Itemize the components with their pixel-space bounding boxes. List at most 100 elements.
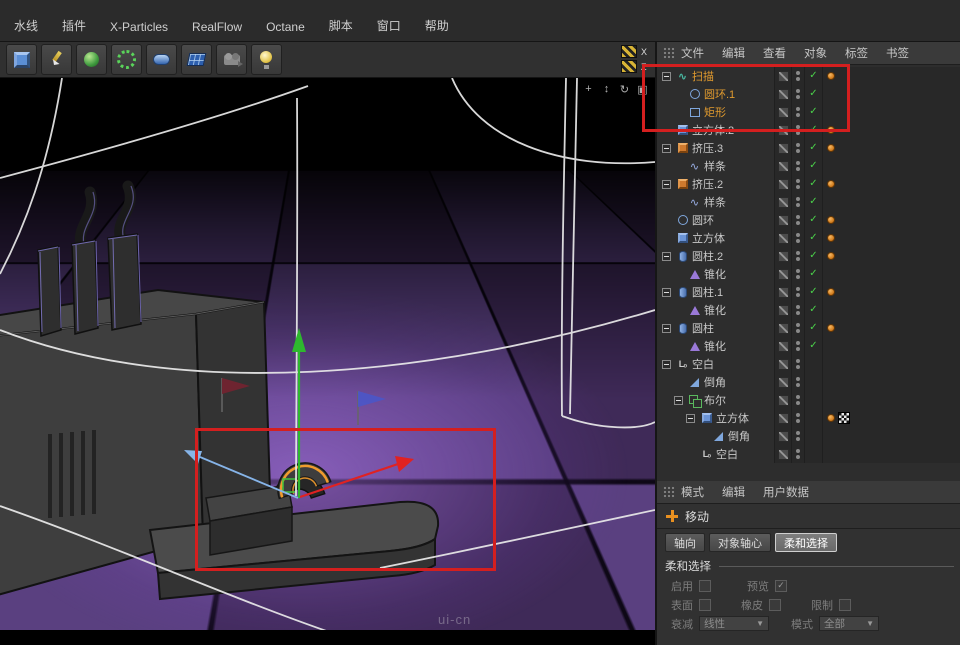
panel-grip-icon[interactable]	[663, 486, 675, 499]
visibility-dots[interactable]	[791, 409, 804, 427]
tool-button[interactable]	[146, 44, 177, 75]
enable-toggle[interactable]	[804, 373, 822, 391]
falloff-dropdown[interactable]: 线性▼	[699, 616, 769, 631]
tag-area[interactable]	[822, 283, 960, 301]
tag-area[interactable]	[822, 319, 960, 337]
tool-tab-button[interactable]: 轴向	[665, 533, 705, 552]
phong-tag-icon[interactable]	[827, 288, 835, 296]
expand-toggle[interactable]	[674, 396, 683, 405]
visibility-dots[interactable]	[791, 319, 804, 337]
dolly-icon[interactable]: ↕	[600, 83, 613, 96]
enable-toggle[interactable]: ✓	[804, 283, 822, 301]
object-row[interactable]: 圆柱.1 ✓	[657, 283, 960, 301]
expand-toggle[interactable]	[662, 252, 671, 261]
phong-tag-icon[interactable]	[827, 414, 835, 422]
visibility-dots[interactable]	[791, 211, 804, 229]
tag-area[interactable]	[822, 139, 960, 157]
tool-button[interactable]	[181, 44, 212, 75]
pan-icon[interactable]: +	[582, 83, 595, 96]
visibility-dots[interactable]	[791, 283, 804, 301]
tag-area[interactable]	[822, 391, 960, 409]
phong-tag-icon[interactable]	[827, 144, 835, 152]
tag-area[interactable]	[822, 337, 960, 355]
layer-swatch[interactable]	[774, 157, 791, 175]
menu-item[interactable]: 插件	[62, 17, 86, 34]
enable-toggle[interactable]	[804, 427, 822, 445]
tool-tab-button[interactable]: 柔和选择	[775, 533, 837, 552]
expand-toggle[interactable]	[662, 288, 671, 297]
tool-button[interactable]	[111, 44, 142, 75]
object-manager-menu-item[interactable]: 编辑	[722, 45, 745, 61]
enable-toggle[interactable]	[804, 391, 822, 409]
phong-tag-icon[interactable]	[827, 252, 835, 260]
object-row[interactable]: 锥化 ✓	[657, 301, 960, 319]
tag-area[interactable]	[822, 211, 960, 229]
visibility-dots[interactable]	[791, 355, 804, 373]
enable-toggle[interactable]	[804, 445, 822, 463]
object-row[interactable]: 样条 ✓	[657, 157, 960, 175]
enable-toggle[interactable]: ✓	[804, 139, 822, 157]
visibility-dots[interactable]	[791, 265, 804, 283]
menu-item[interactable]: 脚本	[329, 17, 353, 34]
mode-menu-item[interactable]: 用户数据	[763, 484, 809, 500]
object-row[interactable]: 样条 ✓	[657, 193, 960, 211]
expand-toggle[interactable]	[686, 414, 695, 423]
visibility-dots[interactable]	[791, 445, 804, 463]
phong-tag-icon[interactable]	[827, 216, 835, 224]
object-row[interactable]: 圆柱.2 ✓	[657, 247, 960, 265]
enable-toggle[interactable]	[804, 355, 822, 373]
tag-area[interactable]	[822, 301, 960, 319]
object-manager-menu-item[interactable]: 对象	[804, 45, 827, 61]
tool-button[interactable]	[216, 44, 247, 75]
tool-button[interactable]	[251, 44, 282, 75]
object-manager-menu-item[interactable]: 查看	[763, 45, 786, 61]
menu-item[interactable]: 水线	[14, 17, 38, 34]
menu-item[interactable]: 窗口	[377, 17, 401, 34]
enable-toggle[interactable]: ✓	[804, 265, 822, 283]
enable-toggle[interactable]: ✓	[804, 247, 822, 265]
layer-swatch[interactable]	[774, 355, 791, 373]
enable-toggle[interactable]: ✓	[804, 211, 822, 229]
object-row[interactable]: 圆柱 ✓	[657, 319, 960, 337]
visibility-dots[interactable]	[791, 193, 804, 211]
layer-swatch[interactable]	[774, 391, 791, 409]
enable-toggle[interactable]: ✓	[804, 301, 822, 319]
visibility-dots[interactable]	[791, 427, 804, 445]
tag-area[interactable]	[822, 157, 960, 175]
object-row[interactable]: 倒角	[657, 373, 960, 391]
object-row[interactable]: 立方体	[657, 409, 960, 427]
tag-area[interactable]	[822, 409, 960, 427]
layer-swatch[interactable]	[774, 445, 791, 463]
visibility-dots[interactable]	[791, 337, 804, 355]
visibility-dots[interactable]	[791, 157, 804, 175]
object-row[interactable]: 挤压.3 ✓	[657, 139, 960, 157]
object-row[interactable]: 圆环 ✓	[657, 211, 960, 229]
visibility-dots[interactable]	[791, 391, 804, 409]
tag-area[interactable]	[822, 373, 960, 391]
surface-checkbox[interactable]	[699, 599, 711, 611]
object-row[interactable]: 挤压.2 ✓	[657, 175, 960, 193]
tag-area[interactable]	[822, 445, 960, 463]
enable-toggle[interactable]: ✓	[804, 229, 822, 247]
object-row[interactable]: 立方体 ✓	[657, 229, 960, 247]
layer-swatch[interactable]	[774, 301, 791, 319]
texture-tag-icon[interactable]	[838, 412, 850, 424]
tag-area[interactable]	[822, 175, 960, 193]
object-row[interactable]: 空白	[657, 355, 960, 373]
layer-swatch[interactable]	[774, 247, 791, 265]
visibility-dots[interactable]	[791, 373, 804, 391]
enable-toggle[interactable]: ✓	[804, 175, 822, 193]
tag-area[interactable]	[822, 355, 960, 373]
object-manager-menu-item[interactable]: 标签	[845, 45, 868, 61]
layer-swatch[interactable]	[774, 319, 791, 337]
expand-toggle[interactable]	[662, 324, 671, 333]
menu-item[interactable]: X-Particles	[110, 20, 168, 34]
axis-lock-button[interactable]: X	[621, 45, 647, 58]
object-row[interactable]: 布尔	[657, 391, 960, 409]
expand-toggle[interactable]	[662, 144, 671, 153]
visibility-dots[interactable]	[791, 229, 804, 247]
layer-swatch[interactable]	[774, 193, 791, 211]
mode-menu-item[interactable]: 编辑	[722, 484, 745, 500]
tool-button[interactable]	[41, 44, 72, 75]
layer-swatch[interactable]	[774, 265, 791, 283]
